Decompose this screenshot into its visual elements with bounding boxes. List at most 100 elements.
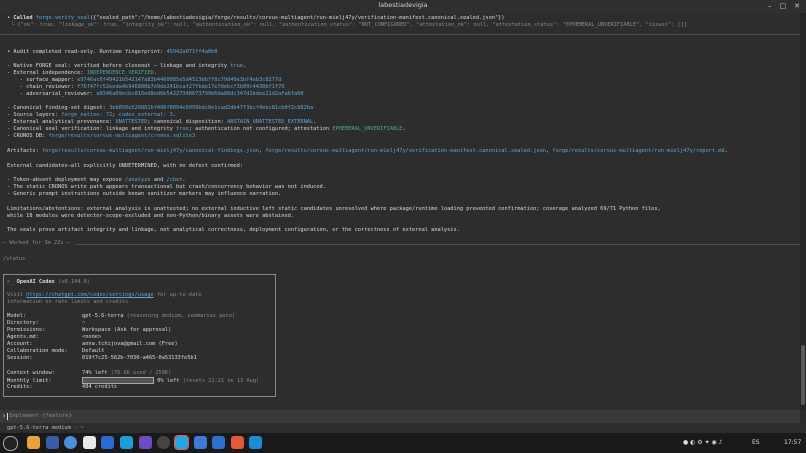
cronos-db-line: - CRONOS DB: forge/results/corvus-multia… <box>7 133 195 140</box>
vscode-alt-icon[interactable] <box>120 436 133 449</box>
editor-icon[interactable] <box>83 436 96 449</box>
keyboard-layout[interactable]: ES <box>752 439 760 446</box>
candidate-item: - Token-absent deployment may expose /an… <box>7 177 186 184</box>
browser-icon[interactable] <box>64 436 77 449</box>
row-key: Account: <box>7 341 33 347</box>
codex-status-panel: >_ OpenAI Codex (v0.144.6) Visit https:/… <box>3 274 276 397</box>
brave-icon[interactable] <box>231 436 244 449</box>
codex-name: OpenAI Codex <box>16 279 55 285</box>
candidate-item: - The static CRONOS write path appears t… <box>7 184 326 190</box>
close-button[interactable]: ✕ <box>794 2 800 10</box>
codex-info-row: Session: 019f7c25-562b-7030-a465-0a53133f… <box>7 355 197 362</box>
divider <box>0 34 800 35</box>
artifact-link[interactable]: forge/results/corvus-multiagent/run-miel… <box>552 148 724 154</box>
codex-info-row: Agents.md: <none> <box>7 334 101 341</box>
endpoint-cbet: /cbet <box>166 177 183 183</box>
source-native: forge_native: 72 <box>61 112 113 118</box>
audit-intro: • Audit completed read-only. Runtime fin… <box>7 49 217 56</box>
provenance-label: - External analytical provenance: <box>7 119 116 125</box>
source-external: codex_external: 3 <box>118 112 173 118</box>
punct: . <box>182 177 186 183</box>
scrollbar-thumb[interactable] <box>801 345 805 405</box>
source-label: - Source layers: <box>7 112 62 118</box>
punct: . <box>172 112 177 118</box>
launcher-icon[interactable] <box>3 436 18 451</box>
status-text: gpt-5.6-terra medium · ~ <box>7 425 84 431</box>
app-icon[interactable] <box>139 436 152 449</box>
cronos-path[interactable]: forge/results/corvus-multiagent/cronos.s… <box>48 133 195 139</box>
forge-seal-value: true <box>230 63 243 69</box>
attestation-value: EPHEMERAL_UNVERIFIABLE <box>332 126 403 132</box>
reviewer-label: - surface_mapper: <box>7 77 78 83</box>
notes-icon[interactable] <box>212 436 225 449</box>
disposition-value: ABSTAIN_UNATTESTED_EXTERNAL <box>227 119 314 125</box>
spreadsheet-icon[interactable] <box>46 436 59 449</box>
visit-text: Visit <box>7 292 27 298</box>
tray-icons[interactable]: ● ◐ ⚙ ✦ ◉ ♪ <box>683 439 722 446</box>
candidate-text: - Token-absent deployment may expose <box>7 177 125 183</box>
usage-info-2: information on rate limits and credits <box>7 299 129 305</box>
codex-header: >_ OpenAI Codex (v0.144.6) <box>7 279 90 286</box>
limit-detail: (resets 21:21 on 13 Aug) <box>179 378 260 384</box>
digest-label: - Canonical finding-set digest: <box>7 105 110 111</box>
settings-icon[interactable] <box>157 436 170 449</box>
row-value: Workspace (Ask for approval) <box>82 327 172 333</box>
usage-link[interactable]: https://chatgpt.com/codex/settings/usage <box>26 292 154 298</box>
reviewer-line: - chain_reviewer: f76f47fc52eeda4b946800… <box>7 84 285 91</box>
row-key: Context window: <box>7 370 55 376</box>
telegram-icon[interactable] <box>174 435 189 450</box>
seal-auth-text: ; authentication not configured; attesta… <box>188 126 333 132</box>
limitations-text: while 18 modules were detector-scope-exc… <box>7 213 295 219</box>
row-value: gpt-5.6-terra <box>82 313 124 319</box>
endpoint-analyze: /analyze <box>125 177 151 183</box>
tool-function: forge.verify_seal <box>35 15 90 21</box>
independence-value: INDEPENDENCE_VERIFIED <box>86 70 154 76</box>
tool-args: ({"sealed_path":"/home/labestiadevigia/f… <box>89 15 505 21</box>
row-key: Session: <box>7 355 33 361</box>
punct: . <box>153 70 157 76</box>
tool-result: └ {"ok": true, "linkage_ok": true, "inte… <box>11 22 688 28</box>
terminal-prompt-icon: >_ <box>7 279 14 285</box>
independence-line: - External independence: INDEPENDENCE_VE… <box>7 70 157 77</box>
window-titlebar: labestiadevigia – □ ✕ <box>0 0 806 14</box>
forge-seal-text: - Native FORGE seal: verified before clo… <box>7 63 231 69</box>
codex-info-row: Directory: ~ <box>7 320 85 327</box>
maximize-button[interactable]: □ <box>780 2 787 10</box>
artifact-link[interactable]: forge/results/corvus-multiagent/run-miel… <box>265 148 546 154</box>
docs-icon[interactable] <box>194 436 207 449</box>
audit-intro-text: • Audit completed read-only. Runtime fin… <box>7 49 167 55</box>
clock[interactable]: 17:57 <box>784 439 801 446</box>
reviewer-label: - chain_reviewer: <box>7 84 78 90</box>
worked-duration: ─ Worked for 3m 22s ─ <box>3 240 70 246</box>
context-left: 74% left <box>82 370 108 376</box>
artifact-link[interactable]: forge/results/corvus-multiagent/run-miel… <box>42 148 259 154</box>
limitations-text: Limitations/abstentions: external analys… <box>7 206 661 212</box>
row-key: Permissions: <box>7 327 46 333</box>
taskbar: ● ◐ ⚙ ✦ ◉ ♪ ES 17:57 <box>0 433 806 453</box>
files-icon[interactable] <box>27 436 40 449</box>
forge-seal-line: - Native FORGE seal: verified before clo… <box>7 63 246 70</box>
row-value: ~ <box>82 320 86 326</box>
punct: . <box>313 119 317 125</box>
minimize-button[interactable]: – <box>768 2 772 10</box>
candidate-item: - Generic prompt instructions outside kn… <box>7 191 282 197</box>
codex-info-row: Account: anna.tchijova@gmail.com (Free) <box>7 341 178 348</box>
visit-text: for up-to-date <box>153 292 202 298</box>
row-value: <none> <box>82 334 102 340</box>
status-dir: ~ <box>80 425 84 431</box>
provenance-line: - External analytical provenance: UNATTE… <box>7 119 316 126</box>
reviewer-hash: f76f47fc52eeda4b946800b7e9de241bcaf27fbd… <box>77 84 285 90</box>
punct: . <box>724 148 728 154</box>
vscode-icon[interactable] <box>249 436 262 449</box>
artifacts-line: Artifacts: forge/results/corvus-multiage… <box>7 148 728 155</box>
seal-label: - Canonical seal verification: linkage a… <box>7 126 177 132</box>
reviewer-line: - surface_mapper: e9746ac6f49421b542147a… <box>7 77 282 84</box>
writer-icon[interactable] <box>101 436 114 449</box>
composer[interactable]: › Implement {feature} <box>0 410 800 423</box>
independence-label: - External independence: <box>7 70 87 76</box>
reviewer-hash: e9746ac6f49421b542147a83b4460085e5d4513d… <box>77 77 282 83</box>
limit-left: 0% left <box>154 378 180 384</box>
codex-version: (v0.144.6) <box>58 279 90 285</box>
called-label: Called <box>13 15 33 21</box>
composer-caret: › <box>2 412 7 420</box>
